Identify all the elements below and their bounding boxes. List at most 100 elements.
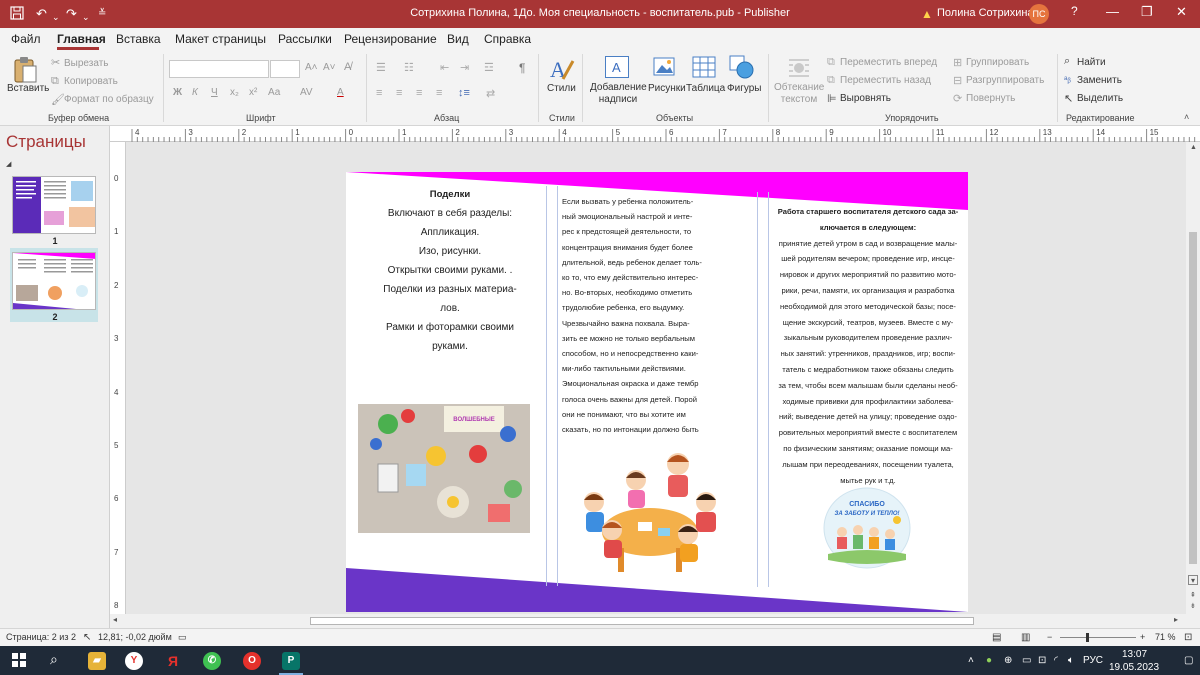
macro-icon[interactable]: ▭ [178, 632, 187, 643]
select-icon[interactable]: ↖ [1064, 92, 1073, 105]
clock-time[interactable]: 13:07 [1122, 649, 1147, 660]
publisher-icon[interactable]: P [282, 652, 300, 670]
clear-formatting-icon[interactable]: A̸ [344, 61, 351, 73]
change-case-button[interactable]: Аа [268, 87, 280, 98]
page-thumbnail-1[interactable] [12, 176, 96, 234]
bring-forward-button[interactable]: Переместить вперед [840, 57, 937, 68]
bring-forward-icon[interactable]: ⧉ [827, 56, 835, 69]
ungroup-button[interactable]: Разгруппировать [966, 75, 1044, 86]
textbox-icon[interactable]: A [605, 56, 629, 78]
crafts-photo[interactable]: ВОЛШЕБНЫЕ [358, 404, 530, 533]
yandex-browser-icon[interactable]: Y [125, 652, 143, 670]
tab-help[interactable]: Справка [484, 32, 531, 46]
table-button[interactable]: Таблица [686, 83, 725, 94]
undo-icon[interactable]: ↶ [36, 6, 47, 22]
align-right-icon[interactable]: ≡ [416, 87, 422, 99]
collapse-ribbon-icon[interactable]: ˄ [1184, 112, 1189, 122]
columns-icon[interactable]: ☲ [484, 61, 494, 74]
close-icon[interactable]: ✕ [1176, 4, 1187, 20]
user-name[interactable]: Полина Сотрихина [937, 7, 1034, 19]
send-backward-button[interactable]: Переместить назад [840, 75, 931, 86]
bold-button[interactable]: Ж [173, 87, 182, 98]
find-icon[interactable]: ⌕ [1064, 55, 1070, 68]
copy-icon[interactable]: ⧉ [51, 75, 59, 88]
select-button[interactable]: Выделить [1077, 93, 1123, 104]
bullets-icon[interactable]: ☰ [376, 61, 386, 74]
character-spacing-button[interactable]: AV [300, 87, 313, 98]
opera-icon[interactable]: O [243, 652, 261, 670]
vertical-ruler[interactable]: 0 1 2 3 4 5 6 7 8 [110, 142, 126, 614]
tab-page-layout[interactable]: Макет страницы [175, 32, 266, 46]
font-size-combo[interactable] [270, 60, 300, 78]
scroll-up-icon[interactable]: ▲ [1190, 144, 1197, 151]
horizontal-scroll-thumb[interactable] [310, 617, 974, 625]
cut-icon[interactable]: ✂ [51, 56, 60, 69]
align-button[interactable]: Выровнять [840, 93, 891, 104]
superscript-button[interactable]: x² [249, 87, 257, 98]
send-backward-icon[interactable]: ⧉ [827, 74, 835, 87]
align-center-icon[interactable]: ≡ [396, 87, 402, 99]
shrink-font-button[interactable]: A˅ [323, 62, 336, 73]
tab-review[interactable]: Рецензирование [344, 32, 437, 46]
group-button[interactable]: Группировать [966, 57, 1029, 68]
format-painter-icon[interactable]: 🖌 [51, 93, 65, 106]
font-color-button[interactable]: А [337, 87, 344, 98]
notifications-icon[interactable]: ▢ [1184, 655, 1193, 666]
save-icon[interactable] [10, 6, 24, 24]
find-button[interactable]: Найти [1077, 57, 1106, 68]
numbering-icon[interactable]: ☷ [404, 61, 414, 74]
scroll-down-icon[interactable]: ▾ [1188, 575, 1198, 585]
group-icon[interactable]: ⊞ [953, 56, 962, 69]
styles-icon[interactable]: A [549, 55, 575, 86]
tab-home[interactable]: Главная [57, 32, 106, 46]
shapes-icon[interactable] [729, 55, 755, 82]
justify-icon[interactable]: ≡ [436, 87, 442, 99]
kids-table-illustration[interactable] [578, 452, 720, 582]
styles-button[interactable]: Стили [547, 83, 576, 94]
italic-button[interactable]: К [192, 87, 198, 98]
zoom-out-button[interactable]: − [1047, 632, 1052, 642]
tab-mailings[interactable]: Рассылки [278, 32, 332, 46]
whatsapp-icon[interactable]: ✆ [203, 652, 221, 670]
undo-dropdown-icon[interactable]: ⌄ [52, 9, 60, 25]
table-icon[interactable] [692, 56, 716, 81]
paste-button[interactable]: Вставить [7, 83, 49, 94]
decrease-indent-icon[interactable]: ⇤ [440, 61, 449, 74]
volume-icon[interactable]: 🔈︎ [1068, 655, 1074, 666]
search-icon[interactable]: ⌕ [50, 651, 58, 668]
column-crafts[interactable]: Поделки Включают в себя разделы: Апплика… [360, 185, 540, 356]
redo-icon[interactable]: ↷ [66, 6, 77, 22]
vertical-scrollbar[interactable]: ▲ ▾ ⇞ ⇟ [1186, 142, 1200, 614]
zoom-in-button[interactable]: + [1140, 632, 1145, 642]
grow-font-button[interactable]: A˄ [305, 62, 318, 73]
format-painter-button[interactable]: Формат по образцу [64, 94, 154, 105]
cut-button[interactable]: Вырезать [64, 58, 108, 69]
column-duties[interactable]: Работа старшего воспитателя детского сад… [772, 204, 964, 488]
subscript-button[interactable]: x₂ [230, 87, 239, 98]
add-textbox-button[interactable]: Добавление надписи [590, 82, 647, 106]
replace-button[interactable]: Заменить [1077, 75, 1122, 86]
replace-icon[interactable]: ᵃᵦ [1064, 74, 1071, 84]
single-page-view-icon[interactable]: ▤ [992, 632, 1001, 643]
page-thumbnail-2[interactable] [12, 252, 96, 310]
network-status-icon[interactable]: ⊕ [1004, 655, 1012, 666]
restore-icon[interactable]: ❐ [1141, 4, 1153, 20]
help-button[interactable]: ? [1071, 4, 1078, 18]
underline-button[interactable]: Ч [211, 87, 218, 98]
tab-view[interactable]: Вид [447, 32, 469, 46]
align-left-icon[interactable]: ≡ [376, 87, 382, 99]
two-page-view-icon[interactable]: ▥ [1021, 632, 1030, 643]
shapes-button[interactable]: Фигуры [727, 83, 761, 94]
tab-file[interactable]: Файл [11, 32, 41, 46]
pictures-icon[interactable] [653, 56, 677, 81]
zoom-slider-thumb[interactable] [1086, 633, 1089, 642]
increase-indent-icon[interactable]: ⇥ [460, 61, 469, 74]
avatar[interactable]: ПС [1029, 4, 1049, 24]
wrap-text-button[interactable]: Обтекание текстом [774, 82, 824, 106]
show-hidden-icons[interactable]: ˄ [968, 655, 974, 666]
battery-icon[interactable]: ▭ [1022, 655, 1031, 666]
yandex-icon[interactable]: Я [164, 652, 182, 670]
vertical-scroll-thumb[interactable] [1189, 232, 1197, 564]
horizontal-scrollbar[interactable]: ◂ ▸ [110, 614, 1200, 628]
align-icon[interactable]: ⊫ [827, 92, 837, 105]
